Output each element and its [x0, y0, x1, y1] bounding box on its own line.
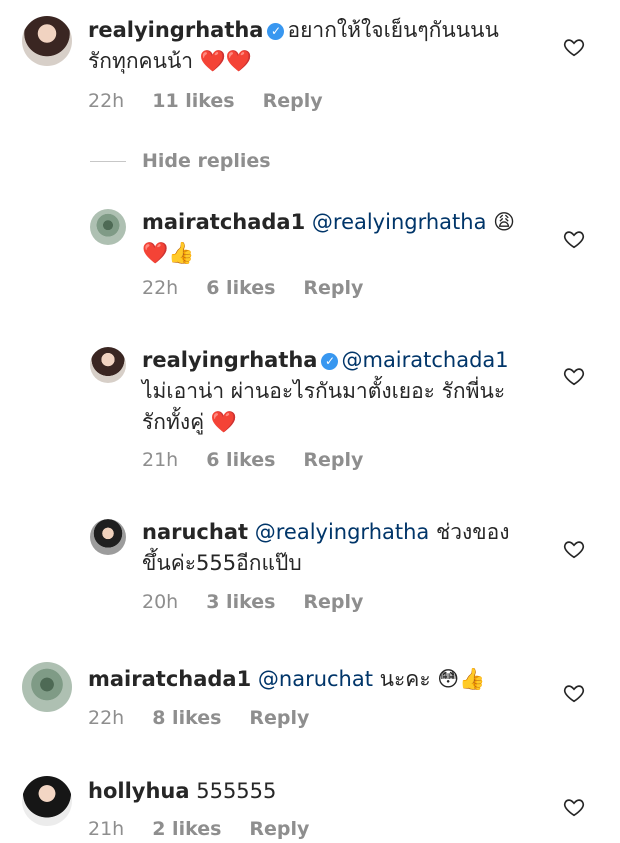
comment-item: realyingrhatha ✓ อยากให้ใจเย็นๆกันนนน รักท…	[0, 0, 620, 130]
reply-button[interactable]: Reply	[249, 707, 309, 729]
avatar[interactable]	[22, 776, 72, 826]
comment-meta: 22h 8 likes Reply	[88, 707, 337, 729]
comment-time: 20h	[142, 591, 179, 613]
comment-item: hollyhua 555555 21h 2 likes Reply	[0, 762, 620, 843]
reply-item: realyingrhatha ✓ @mairatchada1 ไม่เอาน่า ผ…	[0, 333, 620, 483]
comment-time: 22h	[88, 707, 125, 729]
comment-body: ไม่เอาน่า ผ่านอะไรกันมาตั้งเยอะ รักพี่นะ…	[142, 379, 506, 434]
comment-username[interactable]: mairatchada1	[142, 210, 305, 234]
comment-emoji: ❤️👍	[142, 241, 195, 265]
reply-item: mairatchada1 @realyingrhatha 😩 ❤️👍 22h 6 l…	[0, 195, 620, 315]
comment-text: mairatchada1 @realyingrhatha 😩 ❤️👍	[142, 207, 522, 269]
heart-outline-icon[interactable]	[562, 228, 586, 252]
reply-button[interactable]: Reply	[303, 591, 363, 613]
comment-text: mairatchada1 @naruchat นะคะ 😳👍	[88, 664, 528, 695]
comment-likes[interactable]: 6 likes	[206, 449, 275, 471]
comment-time: 21h	[142, 449, 179, 471]
comment-emoji: ❤️	[210, 410, 237, 434]
comment-time: 22h	[142, 277, 179, 299]
comment-meta: 21h 6 likes Reply	[142, 449, 391, 471]
reply-button[interactable]: Reply	[263, 90, 323, 112]
comment-meta: 22h 6 likes Reply	[142, 277, 391, 299]
avatar[interactable]	[90, 209, 126, 245]
reply-button[interactable]: Reply	[249, 818, 309, 840]
comment-mention[interactable]: @realyingrhatha	[312, 210, 487, 234]
comment-username[interactable]: realyingrhatha	[88, 18, 263, 42]
comment-likes[interactable]: 2 likes	[152, 818, 221, 840]
avatar[interactable]	[22, 662, 72, 712]
reply-button[interactable]: Reply	[303, 449, 363, 471]
comment-body: 555555	[189, 779, 277, 803]
reply-button[interactable]: Reply	[303, 277, 363, 299]
verified-badge-icon: ✓	[267, 23, 285, 40]
comment-username[interactable]: hollyhua	[88, 779, 190, 803]
heart-outline-icon[interactable]	[562, 538, 586, 562]
comment-likes[interactable]: 6 likes	[206, 277, 275, 299]
comment-likes[interactable]: 3 likes	[206, 591, 275, 613]
divider	[90, 160, 126, 162]
comment-text: naruchat @realyingrhatha ช่วงของขึ้นค่ะ5…	[142, 517, 522, 579]
comment-meta: 22h 11 likes Reply	[88, 90, 351, 112]
avatar[interactable]	[22, 16, 72, 66]
verified-badge-icon: ✓	[321, 353, 339, 370]
avatar[interactable]	[90, 347, 126, 383]
comment-mention[interactable]: @mairatchada1	[341, 348, 508, 372]
heart-outline-icon[interactable]	[562, 682, 586, 706]
comment-time: 21h	[88, 818, 125, 840]
comment-likes[interactable]: 8 likes	[152, 707, 221, 729]
heart-outline-icon[interactable]	[562, 796, 586, 820]
comment-mention[interactable]: @realyingrhatha	[255, 520, 430, 544]
heart-outline-icon[interactable]	[562, 365, 586, 389]
comment-emoji: ❤️❤️	[199, 49, 253, 73]
comment-emoji: 😳👍	[437, 667, 486, 691]
comment-username[interactable]: realyingrhatha	[142, 348, 317, 372]
comment-body: 😩	[486, 210, 516, 234]
comment-text: hollyhua 555555	[88, 776, 528, 807]
heart-outline-icon[interactable]	[562, 36, 586, 60]
comment-mention[interactable]: @naruchat	[258, 667, 373, 691]
comment-meta: 21h 2 likes Reply	[88, 818, 337, 840]
reply-item: naruchat @realyingrhatha ช่วงของขึ้นค่ะ5…	[0, 505, 620, 625]
comment-text: realyingrhatha ✓ @mairatchada1 ไม่เอาน่า ผ…	[142, 345, 522, 438]
hide-replies-label: Hide replies	[142, 150, 271, 172]
comment-item: mairatchada1 @naruchat นะคะ 😳👍 22h 8 like…	[0, 650, 620, 750]
hide-replies-toggle[interactable]: Hide replies	[90, 150, 271, 172]
comment-username[interactable]: naruchat	[142, 520, 248, 544]
comment-text: realyingrhatha ✓ อยากให้ใจเย็นๆกันนนน รักท…	[88, 15, 528, 77]
comment-likes[interactable]: 11 likes	[152, 90, 234, 112]
comment-body: นะคะ	[372, 667, 438, 691]
comment-username[interactable]: mairatchada1	[88, 667, 251, 691]
comment-time: 22h	[88, 90, 125, 112]
comment-meta: 20h 3 likes Reply	[142, 591, 391, 613]
avatar[interactable]	[90, 519, 126, 555]
